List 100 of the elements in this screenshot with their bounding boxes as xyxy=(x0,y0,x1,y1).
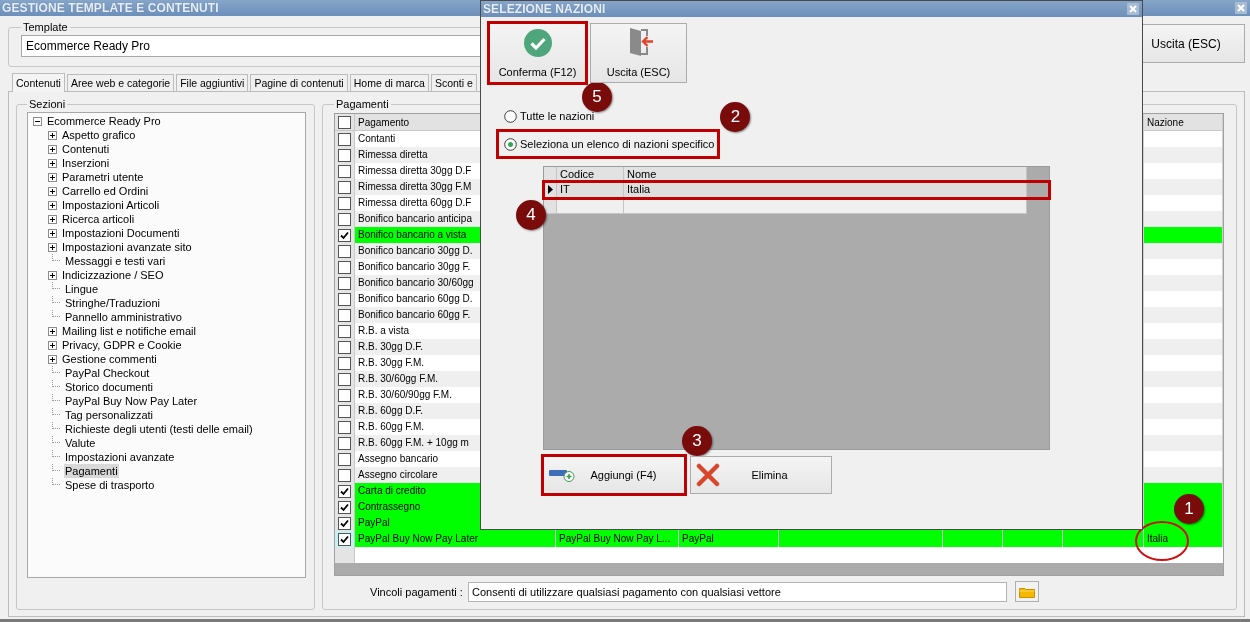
checkbox[interactable] xyxy=(338,308,351,322)
checkbox[interactable] xyxy=(338,468,351,482)
tree-item[interactable]: Impostazioni Articoli xyxy=(61,198,161,212)
checkbox[interactable] xyxy=(338,532,351,546)
tree-item[interactable]: Lingue xyxy=(64,282,100,296)
row-header[interactable] xyxy=(335,451,355,467)
delete-button[interactable]: Elimina xyxy=(690,456,832,494)
tree-item[interactable]: Impostazioni Documenti xyxy=(61,226,181,240)
tab[interactable]: Home di marca xyxy=(349,74,429,91)
tree-item[interactable]: Mailing list e notifiche email xyxy=(61,324,197,338)
step-number: 4 xyxy=(516,200,546,230)
tree-item[interactable]: Privacy, GDPR e Cookie xyxy=(61,338,183,352)
field-label: Vincoli pagamenti : xyxy=(370,585,460,598)
tree-item[interactable]: Storico documenti xyxy=(64,380,155,394)
tab[interactable]: Contenuti xyxy=(12,73,65,92)
row-header[interactable] xyxy=(335,419,355,435)
row-header[interactable] xyxy=(335,403,355,419)
tab[interactable]: File aggiuntivi xyxy=(176,74,249,91)
tree-item[interactable]: Messaggi e testi vari xyxy=(64,254,167,268)
checkbox[interactable] xyxy=(338,276,351,290)
checkbox[interactable] xyxy=(338,436,351,450)
row-header[interactable] xyxy=(335,211,355,227)
row-header[interactable] xyxy=(335,291,355,307)
tree-item[interactable]: Inserzioni xyxy=(61,156,111,170)
checkbox[interactable] xyxy=(338,500,351,514)
row-header[interactable] xyxy=(335,355,355,371)
checkbox[interactable] xyxy=(338,356,351,370)
exit-button[interactable]: Uscita (ESC) xyxy=(590,23,687,83)
row-header[interactable] xyxy=(335,163,355,179)
step-number: 5 xyxy=(582,82,612,112)
checkbox[interactable] xyxy=(338,228,351,242)
checkbox[interactable] xyxy=(338,164,351,178)
tree-item[interactable]: PayPal Checkout xyxy=(64,366,151,380)
row-header[interactable] xyxy=(335,483,355,499)
checkbox[interactable] xyxy=(338,180,351,194)
tree-item[interactable]: Ecommerce Ready Pro xyxy=(46,114,162,128)
window-title: SELEZIONE NAZIONI xyxy=(483,2,606,16)
tree-item[interactable]: Pagamenti xyxy=(64,464,119,478)
tree-item[interactable]: Pannello amministrativo xyxy=(64,310,183,324)
row-header[interactable] xyxy=(335,147,355,163)
row-header[interactable] xyxy=(335,499,355,515)
tab[interactable]: Pagine di contenuti xyxy=(250,74,348,91)
tree-item[interactable]: Parametri utente xyxy=(61,170,145,184)
folder-button[interactable] xyxy=(1015,581,1039,602)
add-button[interactable]: Aggiungi (F4) xyxy=(543,456,685,494)
tree-item[interactable]: Impostazioni avanzate sito xyxy=(61,240,193,254)
group-label: Template xyxy=(22,21,69,33)
checkbox[interactable] xyxy=(338,516,351,530)
row-header[interactable] xyxy=(335,307,355,323)
checkbox[interactable] xyxy=(338,420,351,434)
tree-item[interactable]: Aspetto grafico xyxy=(61,128,137,142)
row-header[interactable] xyxy=(335,531,355,547)
row-header[interactable] xyxy=(335,371,355,387)
constraints-field[interactable]: Consenti di utilizzare qualsiasi pagamento con qualsiasi vettore xyxy=(468,581,1007,602)
row-header[interactable] xyxy=(335,323,355,339)
row-header[interactable] xyxy=(335,275,355,291)
tree-item[interactable]: Richieste degli utenti (testi delle email) xyxy=(64,422,254,436)
close-icon xyxy=(1127,3,1139,15)
confirm-button[interactable]: Conferma (F12) xyxy=(489,23,586,83)
row-header[interactable] xyxy=(335,195,355,211)
tab[interactable]: Aree web e categorie xyxy=(66,74,175,91)
checkbox[interactable] xyxy=(338,260,351,274)
row-header[interactable] xyxy=(335,387,355,403)
row-header[interactable] xyxy=(335,179,355,195)
checkbox[interactable] xyxy=(338,244,351,258)
checkbox[interactable] xyxy=(338,212,351,226)
tree-item[interactable]: Carrello ed Ordini xyxy=(61,184,150,198)
checkbox[interactable] xyxy=(338,388,351,402)
row-header[interactable] xyxy=(335,515,355,531)
tree-item[interactable]: Indicizzazione / SEO xyxy=(61,268,165,282)
checkbox[interactable] xyxy=(338,372,351,386)
tab[interactable]: Sconti e xyxy=(430,74,477,91)
tree-item[interactable]: Valute xyxy=(64,436,97,450)
tree-item[interactable]: PayPal Buy Now Pay Later xyxy=(64,394,199,408)
tree-item[interactable]: Impostazioni avanzate xyxy=(64,450,176,464)
checkbox[interactable] xyxy=(338,452,351,466)
row-header[interactable] xyxy=(335,339,355,355)
checkbox[interactable] xyxy=(338,292,351,306)
checkbox[interactable] xyxy=(338,404,351,418)
tree-item[interactable]: Gestione commenti xyxy=(61,352,158,366)
row-header[interactable] xyxy=(335,131,355,147)
tree-item[interactable]: Contenuti xyxy=(61,142,111,156)
checkbox[interactable] xyxy=(338,484,351,498)
checkbox[interactable] xyxy=(338,115,351,129)
row-header[interactable] xyxy=(335,435,355,451)
checkbox[interactable] xyxy=(338,196,351,210)
checkbox[interactable] xyxy=(338,340,351,354)
tree-item[interactable]: Stringhe/Traduzioni xyxy=(64,296,161,310)
add-icon xyxy=(549,468,575,482)
checkbox[interactable] xyxy=(338,132,351,146)
tree-item[interactable]: Tag personalizzati xyxy=(64,408,155,422)
tree-item[interactable]: Spese di trasporto xyxy=(64,478,156,492)
row-header[interactable] xyxy=(335,467,355,483)
table-cell: Italia xyxy=(1147,533,1169,544)
row-header[interactable] xyxy=(335,227,355,243)
tree-item[interactable]: Ricerca articoli xyxy=(61,212,136,226)
row-header[interactable] xyxy=(335,259,355,275)
checkbox[interactable] xyxy=(338,148,351,162)
checkbox[interactable] xyxy=(338,324,351,338)
row-header[interactable] xyxy=(335,243,355,259)
